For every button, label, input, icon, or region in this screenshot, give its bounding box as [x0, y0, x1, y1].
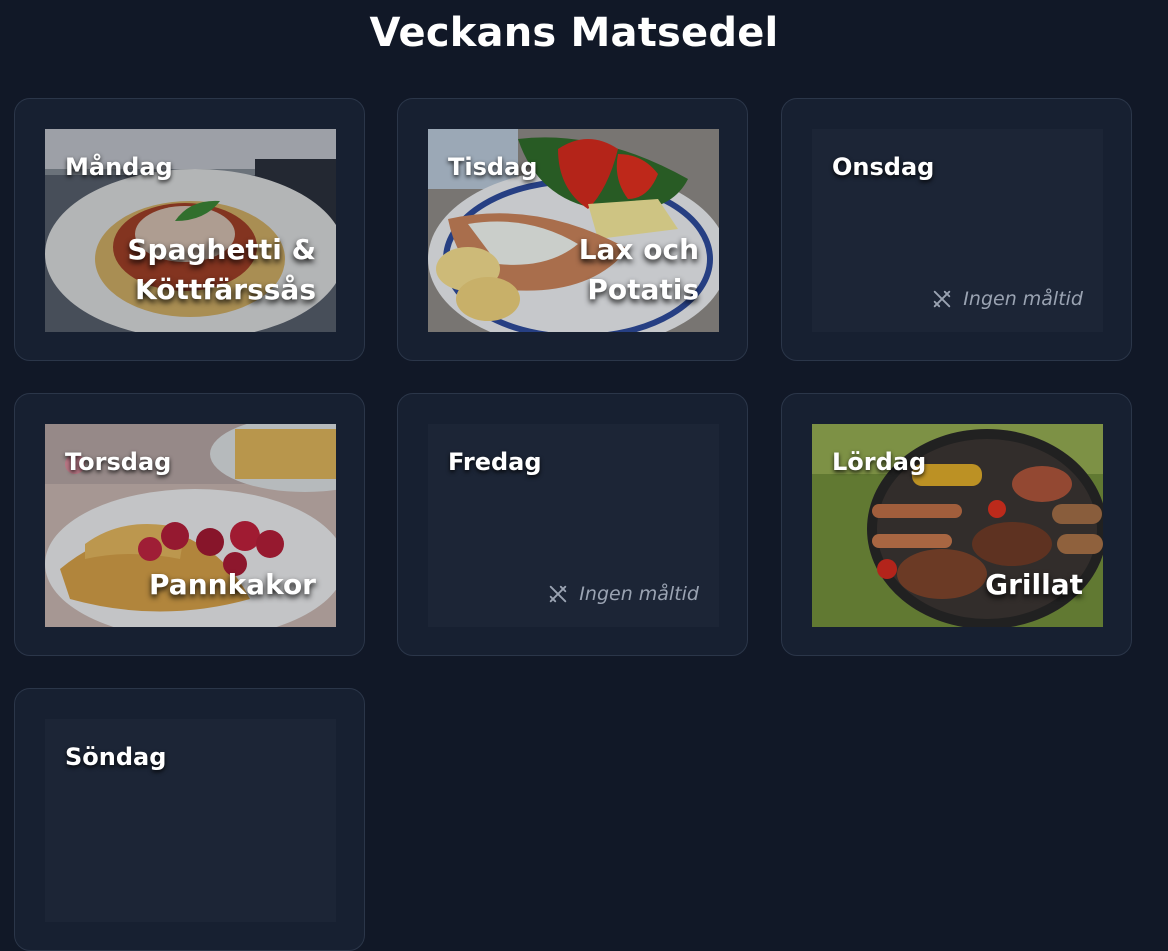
meal-tile[interactable]: Torsdag Pannkakor — [45, 424, 336, 627]
day-label: Onsdag — [832, 153, 935, 181]
meal-name: Lax och Potatis — [578, 233, 699, 306]
day-label: Tisdag — [448, 153, 538, 181]
meal-tile[interactable]: Lördag Grillat — [812, 424, 1103, 627]
meal-tile[interactable]: Tisdag Lax och Potatis — [428, 129, 719, 332]
meal-tile[interactable]: Måndag Spaghetti & Köttfärssås — [45, 129, 336, 332]
meal-tile-empty[interactable]: Onsdag Ingen måltid — [812, 129, 1103, 332]
no-food-icon — [934, 290, 951, 308]
meal-name: Grillat — [985, 568, 1083, 601]
no-meal-text: Ingen måltid — [963, 288, 1083, 310]
day-card-mandag[interactable]: Måndag Spaghetti & Köttfärssås — [14, 98, 365, 361]
day-label: Söndag — [65, 743, 167, 771]
meal-tile-empty[interactable]: Fredag Ingen måltid — [428, 424, 719, 627]
no-meal-indicator: Ingen måltid — [931, 288, 1083, 310]
page-title: Veckans Matsedel — [369, 10, 779, 56]
day-label: Lördag — [832, 448, 927, 476]
day-card-torsdag[interactable]: Torsdag Pannkakor — [14, 393, 365, 656]
meal-name: Pannkakor — [149, 568, 316, 601]
no-meal-indicator: Ingen måltid — [547, 583, 699, 605]
no-food-icon — [550, 585, 567, 603]
meal-tile-empty[interactable]: Söndag — [45, 719, 336, 922]
day-card-sondag[interactable]: Söndag — [14, 688, 365, 951]
day-card-lordag[interactable]: Lördag Grillat — [781, 393, 1132, 656]
no-meal-text: Ingen måltid — [579, 583, 699, 605]
meal-name: Spaghetti & Köttfärssås — [127, 233, 316, 306]
day-card-tisdag[interactable]: Tisdag Lax och Potatis — [397, 98, 748, 361]
day-label: Måndag — [65, 153, 173, 181]
day-card-fredag[interactable]: Fredag Ingen måltid — [397, 393, 748, 656]
day-label: Torsdag — [65, 448, 172, 476]
day-label: Fredag — [448, 448, 542, 476]
day-card-onsdag[interactable]: Onsdag Ingen måltid — [781, 98, 1132, 361]
